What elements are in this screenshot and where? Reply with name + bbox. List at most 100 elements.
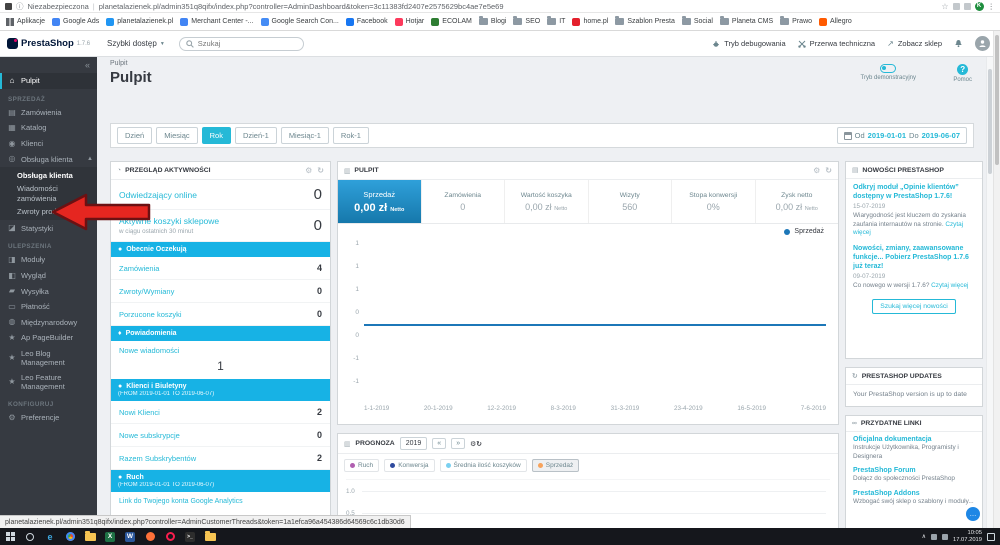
- quick-access-dropdown[interactable]: Szybki dostęp ▼: [107, 39, 165, 48]
- sidebar-item-orders[interactable]: ▤Zamówienia: [0, 105, 97, 121]
- prestashop-logo[interactable]: PrestaShop 1.7.6: [0, 38, 97, 49]
- sidebar-item-international[interactable]: ◍Międzynarodowy: [0, 314, 97, 330]
- admin-search[interactable]: [179, 37, 304, 51]
- taskbar-terminal[interactable]: >_: [180, 528, 200, 545]
- gear-icon[interactable]: ⚙: [305, 166, 312, 175]
- taskbar-opera[interactable]: [160, 528, 180, 545]
- kpi-net-profit[interactable]: Zysk netto 0,00 zł Netto: [756, 180, 839, 223]
- taskbar-edge[interactable]: e: [40, 528, 60, 545]
- not-secure-icon[interactable]: ⓘ: [16, 1, 24, 12]
- scrollbar-thumb[interactable]: [988, 69, 992, 174]
- taskbar-excel[interactable]: X: [100, 528, 120, 545]
- extension-icon[interactable]: [953, 3, 960, 10]
- bookmark-item[interactable]: Hotjar: [395, 18, 425, 26]
- google-analytics-link[interactable]: Link do Twojego konta Google Analytics: [111, 492, 330, 511]
- sidebar-item-modules[interactable]: ◨Moduły: [0, 252, 97, 268]
- chevron-up-icon[interactable]: ∧: [922, 533, 926, 540]
- doc-link[interactable]: Oficjalna dokumentacja: [853, 436, 975, 443]
- taskbar-word[interactable]: W: [120, 528, 140, 545]
- refresh-icon[interactable]: ↻: [825, 166, 832, 175]
- browser-address-bar[interactable]: ⓘ Niezabezpieczona | planetalazienek.pl/…: [0, 0, 1000, 13]
- bookmark-item[interactable]: Google Search Con...: [261, 18, 339, 26]
- bookmark-item[interactable]: Allegro: [819, 18, 852, 26]
- page-scrollbar[interactable]: [986, 57, 993, 528]
- filter-year-1[interactable]: Rok-1: [333, 127, 369, 144]
- addons-link[interactable]: PrestaShop Addons: [853, 490, 975, 497]
- bookmark-item[interactable]: home.pl: [572, 18, 608, 26]
- filter-month-1[interactable]: Miesiąc-1: [281, 127, 329, 144]
- kpi-cart-value[interactable]: Wartość koszyka 0,00 zł Netto: [505, 180, 589, 223]
- search-input[interactable]: [198, 39, 288, 48]
- sidebar-item-ap-pagebuilder[interactable]: ★Ap PageBuilder: [0, 330, 97, 346]
- filter-year[interactable]: Rok: [202, 127, 231, 144]
- prev-year-button[interactable]: «: [432, 438, 446, 449]
- date-range-picker[interactable]: Od 2019-01-01 Do 2019-06-07: [837, 127, 967, 144]
- bookmark-star-icon[interactable]: ☆: [941, 2, 948, 11]
- bookmark-folder[interactable]: Social: [682, 18, 713, 25]
- sidebar-item-leo-blog[interactable]: ★Leo Blog Management: [0, 346, 97, 370]
- bookmark-folder[interactable]: Prawo: [780, 18, 812, 25]
- legend-sales[interactable]: Sprzedaż: [532, 459, 579, 472]
- bookmark-folder[interactable]: Blogi: [479, 18, 507, 25]
- legend-conversion[interactable]: Konwersja: [384, 459, 434, 472]
- pending-row[interactable]: Zamówienia4: [111, 257, 330, 280]
- news-link[interactable]: Nowości, zmiany, zaawansowane funkcje...…: [853, 244, 975, 271]
- extension-icon[interactable]: [964, 3, 971, 10]
- bookmark-item[interactable]: Facebook: [346, 18, 388, 26]
- bookmark-folder[interactable]: Planeta CMS: [720, 18, 773, 25]
- kpi-orders[interactable]: Zamówienia 0: [422, 180, 506, 223]
- kpi-conversion[interactable]: Stopa konwersji 0%: [672, 180, 756, 223]
- new-messages-label[interactable]: Nowe wiadomości: [111, 341, 330, 356]
- maintenance-button[interactable]: Przerwa techniczna: [798, 39, 875, 48]
- news-link[interactable]: Odkryj moduł „Opinie klientów” dostępny …: [853, 183, 975, 201]
- view-shop-button[interactable]: ↗ Zobacz sklep: [887, 39, 942, 48]
- sidebar-item-dashboard[interactable]: ⌂ Pulpit: [0, 73, 97, 89]
- pending-row[interactable]: Porzucone koszyki0: [111, 303, 330, 326]
- sidebar-item-leo-feature[interactable]: ★Leo Feature Management: [0, 370, 97, 394]
- refresh-icon[interactable]: ↻: [476, 441, 482, 448]
- debug-mode-button[interactable]: Tryb debugowania: [712, 39, 785, 48]
- sidebar-item-catalog[interactable]: ▦Katalog: [0, 120, 97, 136]
- bookmark-item[interactable]: Aplikacje: [6, 18, 45, 26]
- help-button[interactable]: ? Pomoc: [953, 64, 972, 83]
- scrollbar-thumb[interactable]: [995, 35, 999, 165]
- employee-avatar[interactable]: [975, 36, 990, 51]
- customers-row[interactable]: Nowe subskrypcje0: [111, 424, 330, 447]
- demo-mode-toggle[interactable]: Tryb demonstracyjny: [861, 64, 916, 81]
- browser-profile-avatar[interactable]: K: [975, 2, 984, 11]
- taskbar-firefox[interactable]: [140, 528, 160, 545]
- pending-row[interactable]: Zwroty/Wymiany0: [111, 280, 330, 303]
- forum-link[interactable]: PrestaShop Forum: [853, 467, 975, 474]
- tray-icon[interactable]: [931, 534, 937, 540]
- legend-traffic[interactable]: Ruch: [344, 459, 379, 472]
- bookmark-item[interactable]: planetalazienek.pl: [106, 18, 173, 26]
- gear-icon[interactable]: ⚙: [813, 166, 820, 175]
- sidebar-item-payment[interactable]: ▭Płatność: [0, 299, 97, 315]
- taskbar-folder[interactable]: [200, 528, 220, 545]
- action-center-icon[interactable]: [987, 533, 995, 541]
- chat-bubble-button[interactable]: …: [966, 507, 980, 521]
- bookmark-folder[interactable]: Szablon Presta: [615, 18, 674, 25]
- sidebar-item-customers[interactable]: ◉Klienci: [0, 136, 97, 152]
- submenu-item-customer-service[interactable]: Obsługa klienta: [0, 169, 97, 182]
- sidebar-item-design[interactable]: ◧Wygląd: [0, 268, 97, 284]
- start-button[interactable]: [0, 528, 20, 545]
- url-text[interactable]: planetalazienek.pl/admin351q8qifx/index.…: [99, 2, 504, 11]
- bookmark-item[interactable]: Google Ads: [52, 18, 99, 26]
- kpi-visits[interactable]: Wizyty 560: [589, 180, 673, 223]
- sidebar-item-shipping[interactable]: ▰Wysyłka: [0, 283, 97, 299]
- filter-day[interactable]: Dzień: [117, 127, 152, 144]
- read-more-link[interactable]: Czytaj więcej: [931, 282, 968, 289]
- refresh-icon[interactable]: ↻: [317, 166, 324, 175]
- chart-legend[interactable]: Sprzedaż: [784, 228, 824, 235]
- taskbar-chrome[interactable]: [60, 528, 80, 545]
- next-year-button[interactable]: »: [451, 438, 465, 449]
- taskbar-search-button[interactable]: [20, 528, 40, 545]
- customers-row[interactable]: Nowi Klienci2: [111, 401, 330, 424]
- legend-avg-cart[interactable]: Średnia ilość koszyków: [440, 459, 527, 472]
- bookmark-item[interactable]: Merchant Center -...: [180, 18, 253, 26]
- bookmark-folder[interactable]: IT: [547, 18, 565, 25]
- browser-menu-icon[interactable]: ⋮: [988, 2, 996, 11]
- bookmark-item[interactable]: ECOLAM: [431, 18, 472, 26]
- year-selector[interactable]: 2019: [400, 437, 428, 450]
